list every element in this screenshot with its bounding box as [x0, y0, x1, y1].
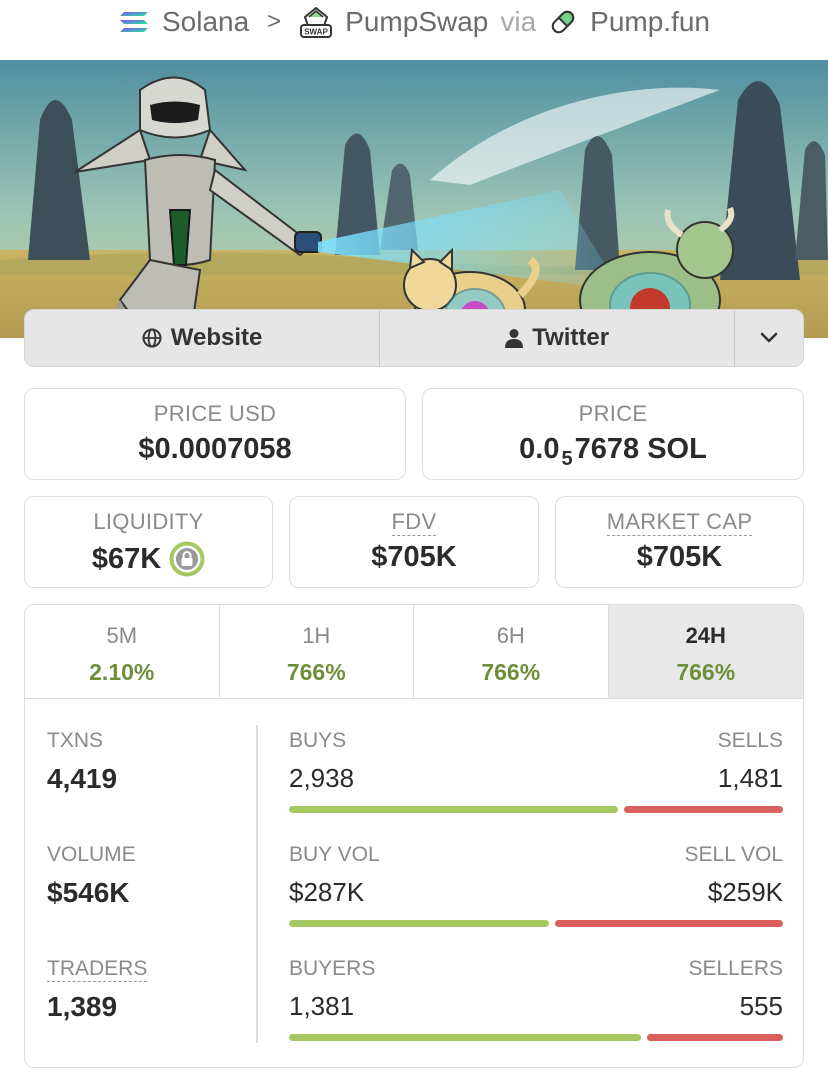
price-usd-label: PRICE USD — [153, 401, 277, 426]
buyers-sellers-bar — [289, 1034, 783, 1041]
tab-label: 1H — [302, 623, 331, 648]
fdv-label[interactable]: FDV — [391, 509, 437, 536]
user-icon — [505, 328, 524, 348]
svg-text:SWAP: SWAP — [304, 28, 328, 37]
chevron-right-icon: > — [267, 8, 282, 35]
breadcrumb-dex[interactable]: PumpSwap — [345, 6, 488, 38]
txns-label: TXNS — [47, 729, 104, 752]
breadcrumb-via: via — [500, 6, 537, 37]
sell-bar — [554, 920, 783, 927]
buyers-label: BUYERS — [289, 957, 376, 980]
social-links-bar: Website Twitter — [24, 309, 804, 367]
tab-change: 2.10% — [89, 659, 155, 685]
price-native-value: 0.0 5 7678 SOL — [423, 433, 803, 470]
buys-sells-row: BUYS SELLS 2,938 1,481 — [289, 729, 783, 813]
sell-bar — [647, 1034, 783, 1041]
price-native-prefix: 0.0 — [519, 433, 560, 465]
liquidity-value-row: $67K — [25, 541, 272, 577]
tab-5m[interactable]: 5M 2.10% — [25, 605, 220, 698]
buy-bar — [289, 920, 549, 927]
timeframe-tabs: 5M 2.10% 1H 766% 6H 766% 24H 766% — [25, 605, 803, 699]
twitter-button[interactable]: Twitter — [380, 310, 736, 366]
buys-value: 2,938 — [289, 763, 355, 793]
buy-vol-value: $287K — [289, 877, 365, 907]
traders-value: 1,389 — [47, 991, 118, 1022]
pumpswap-logo-icon: SWAP — [299, 5, 333, 39]
buy-bar — [289, 1034, 642, 1041]
tab-1h[interactable]: 1H 766% — [220, 605, 414, 698]
tab-label: 5M — [106, 623, 138, 648]
buy-sell-volume-bar — [289, 920, 783, 927]
lock-icon[interactable] — [169, 541, 205, 577]
breadcrumb-launchpad[interactable]: Pump.fun — [590, 6, 710, 38]
fdv-card: FDV $705K — [289, 496, 539, 588]
volume-label: VOLUME — [47, 843, 136, 866]
tab-24h[interactable]: 24H 766% — [608, 605, 803, 698]
fdv-value: $705K — [371, 541, 457, 573]
globe-icon — [142, 328, 162, 348]
market-cap-card: MARKET CAP $705K — [555, 496, 804, 588]
buy-sell-volume-row: BUY VOL SELL VOL $287K $259K — [289, 843, 783, 927]
solana-logo-icon — [118, 10, 150, 34]
timeframe-stats-body: TXNS 4,419 VOLUME $546K TRADERS 1,389 BU… — [25, 699, 803, 1067]
price-native-label: PRICE — [578, 401, 648, 426]
sell-vol-value: $259K — [707, 877, 783, 907]
tab-label: 6H — [496, 623, 525, 648]
market-cap-label[interactable]: MARKET CAP — [606, 509, 753, 536]
chevron-down-icon — [760, 332, 778, 344]
buys-label: BUYS — [289, 729, 347, 752]
website-button[interactable]: Website — [25, 310, 381, 366]
breadcrumb-chain[interactable]: Solana — [162, 6, 249, 38]
liquidity-value: $67K — [91, 542, 162, 575]
traders-label[interactable]: TRADERS — [47, 957, 148, 982]
volume-value: $546K — [47, 877, 130, 908]
tab-6h[interactable]: 6H 766% — [414, 605, 609, 698]
pill-icon — [548, 7, 578, 37]
price-native-card: PRICE 0.0 5 7678 SOL — [422, 388, 804, 480]
token-banner-image — [0, 60, 828, 338]
buy-bar — [289, 806, 618, 813]
website-label: Website — [170, 324, 263, 351]
liquidity-label: LIQUIDITY — [93, 509, 204, 534]
tab-change: 766% — [286, 659, 346, 685]
more-links-dropdown[interactable] — [735, 310, 803, 366]
sells-label: SELLS — [717, 729, 783, 752]
txns-stat: TXNS 4,419 — [47, 729, 117, 795]
sellers-value: 555 — [739, 991, 783, 1021]
buyers-value: 1,381 — [289, 991, 355, 1021]
buyers-sellers-row: BUYERS SELLERS 1,381 555 — [289, 957, 783, 1041]
traders-stat: TRADERS 1,389 — [47, 957, 148, 1023]
price-native-zero-count: 5 — [561, 448, 573, 470]
buys-sells-bar — [289, 806, 783, 813]
buy-vol-label: BUY VOL — [289, 843, 380, 866]
column-divider — [256, 725, 258, 1043]
volume-stat: VOLUME $546K — [47, 843, 136, 909]
twitter-label: Twitter — [532, 324, 610, 351]
tab-label: 24H — [685, 623, 726, 648]
tab-change: 766% — [676, 659, 736, 685]
price-usd-card: PRICE USD $0.0007058 — [24, 388, 406, 480]
price-usd-value: $0.0007058 — [138, 433, 292, 465]
sellers-label: SELLERS — [688, 957, 783, 980]
tab-change: 766% — [481, 659, 541, 685]
liquidity-card: LIQUIDITY $67K — [24, 496, 273, 588]
sells-value: 1,481 — [717, 763, 783, 793]
sell-vol-label: SELL VOL — [684, 843, 783, 866]
market-cap-value: $705K — [636, 541, 723, 573]
breadcrumb: Solana > SWAP PumpSwap via Pump.fun — [0, 0, 828, 44]
sell-bar — [623, 806, 783, 813]
timeframe-stats-panel: 5M 2.10% 1H 766% 6H 766% 24H 766% TXNS 4… — [24, 604, 804, 1068]
price-native-rest: 7678 SOL — [574, 433, 707, 465]
txns-value: 4,419 — [47, 763, 118, 794]
